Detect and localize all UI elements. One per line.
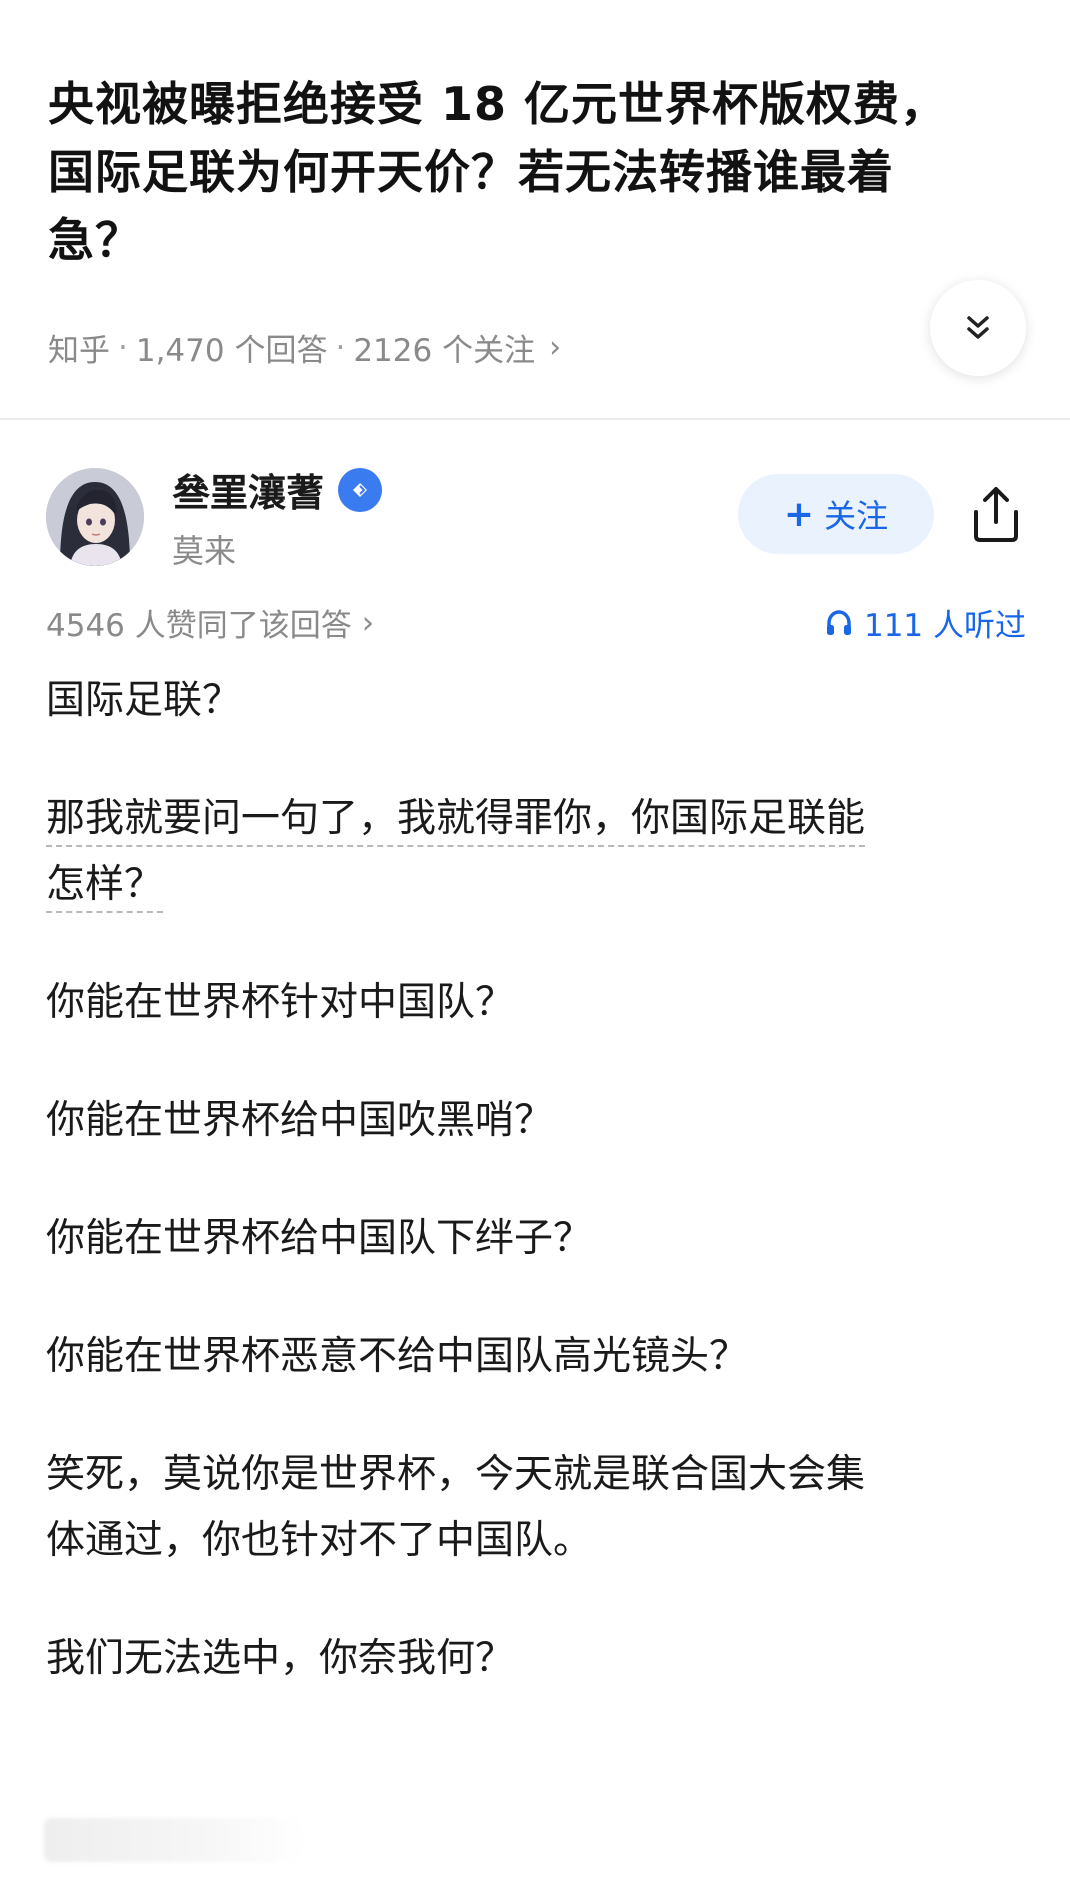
follower-count: 2126 个关注	[353, 333, 536, 369]
answer-paragraph-7: 笑死，莫说你是世界杯，今天就是联合国大会集 体通过，你也针对不了中国队。	[46, 1442, 1026, 1574]
plus-icon: +	[783, 493, 815, 535]
question-meta[interactable]: 知乎 · 1,470 个回答 · 2126 个关注 ›	[48, 325, 561, 370]
section-divider	[0, 418, 1070, 420]
author-avatar[interactable]	[46, 468, 144, 566]
author-name-row[interactable]: 叄罣瀼蓍	[172, 462, 383, 517]
answer-paragraph-2-line-2: 怎样？	[46, 862, 164, 913]
chevron-right-icon: ›	[361, 604, 375, 641]
avatar-image	[46, 468, 144, 566]
meta-separator: ·	[118, 329, 128, 366]
question-title-line-1: 央视被曝拒绝接受 18 亿元世界杯版权费，	[48, 77, 948, 131]
answer-paragraph-8: 我们无法选中，你奈我何？	[46, 1636, 515, 1681]
share-button[interactable]	[968, 484, 1024, 544]
blurred-footer	[44, 1818, 304, 1862]
meta-separator: ·	[335, 329, 346, 366]
verified-badge-icon	[338, 467, 383, 512]
question-title-line-2: 国际足联为何开天价？若无法转播谁最着	[48, 145, 894, 199]
vote-count: 4546 人赞同了该回答	[46, 608, 352, 644]
answer-paragraph-6: 你能在世界杯恶意不给中国队高光镜头？	[46, 1334, 749, 1379]
question-header: 央视被曝拒绝接受 18 亿元世界杯版权费， 国际足联为何开天价？若无法转播谁最着…	[48, 70, 988, 274]
answer-paragraph-2-line-1: 那我就要问一句了，我就得罪你，你国际足联能	[46, 796, 866, 847]
question-title[interactable]: 央视被曝拒绝接受 18 亿元世界杯版权费， 国际足联为何开天价？若无法转播谁最着…	[48, 70, 988, 274]
answer-body: 国际足联？ 那我就要问一句了，我就得罪你，你国际足联能 怎样？ 你能在世界杯针对…	[46, 668, 1026, 1744]
follow-label: 关注	[824, 497, 889, 535]
question-title-line-3: 急？	[48, 213, 142, 267]
source-label: 知乎	[48, 333, 110, 369]
answer-paragraph-7-line-2: 体通过，你也针对不了中国队。	[46, 1518, 593, 1563]
listen-summary[interactable]: 111 人听过	[824, 600, 1026, 645]
author-name: 叄罣瀼蓍	[172, 471, 325, 515]
answer-paragraph-4: 你能在世界杯给中国吹黑哨？	[46, 1098, 554, 1143]
headphones-icon	[826, 609, 851, 635]
expand-question-button[interactable]	[930, 280, 1026, 376]
answer-paragraph-7-line-1: 笑死，莫说你是世界杯，今天就是联合国大会集	[46, 1452, 866, 1497]
double-chevron-down-icon	[967, 316, 989, 339]
share-icon	[974, 487, 1018, 542]
answer-paragraph-2[interactable]: 那我就要问一句了，我就得罪你，你国际足联能 怎样？	[46, 786, 1026, 918]
chevron-right-icon: ›	[549, 330, 562, 365]
answer-paragraph-3: 你能在世界杯针对中国队？	[46, 980, 515, 1025]
author-subtitle: 莫来	[172, 532, 237, 570]
answer-count: 1,470 个回答	[135, 333, 328, 369]
vote-summary[interactable]: 4546 人赞同了该回答 ›	[46, 600, 374, 645]
listen-count: 111 人听过	[863, 608, 1026, 644]
answer-paragraph-1: 国际足联？	[46, 678, 242, 723]
follow-button[interactable]: + 关注	[738, 474, 934, 554]
answer-paragraph-5: 你能在世界杯给中国队下绊子？	[46, 1216, 593, 1261]
